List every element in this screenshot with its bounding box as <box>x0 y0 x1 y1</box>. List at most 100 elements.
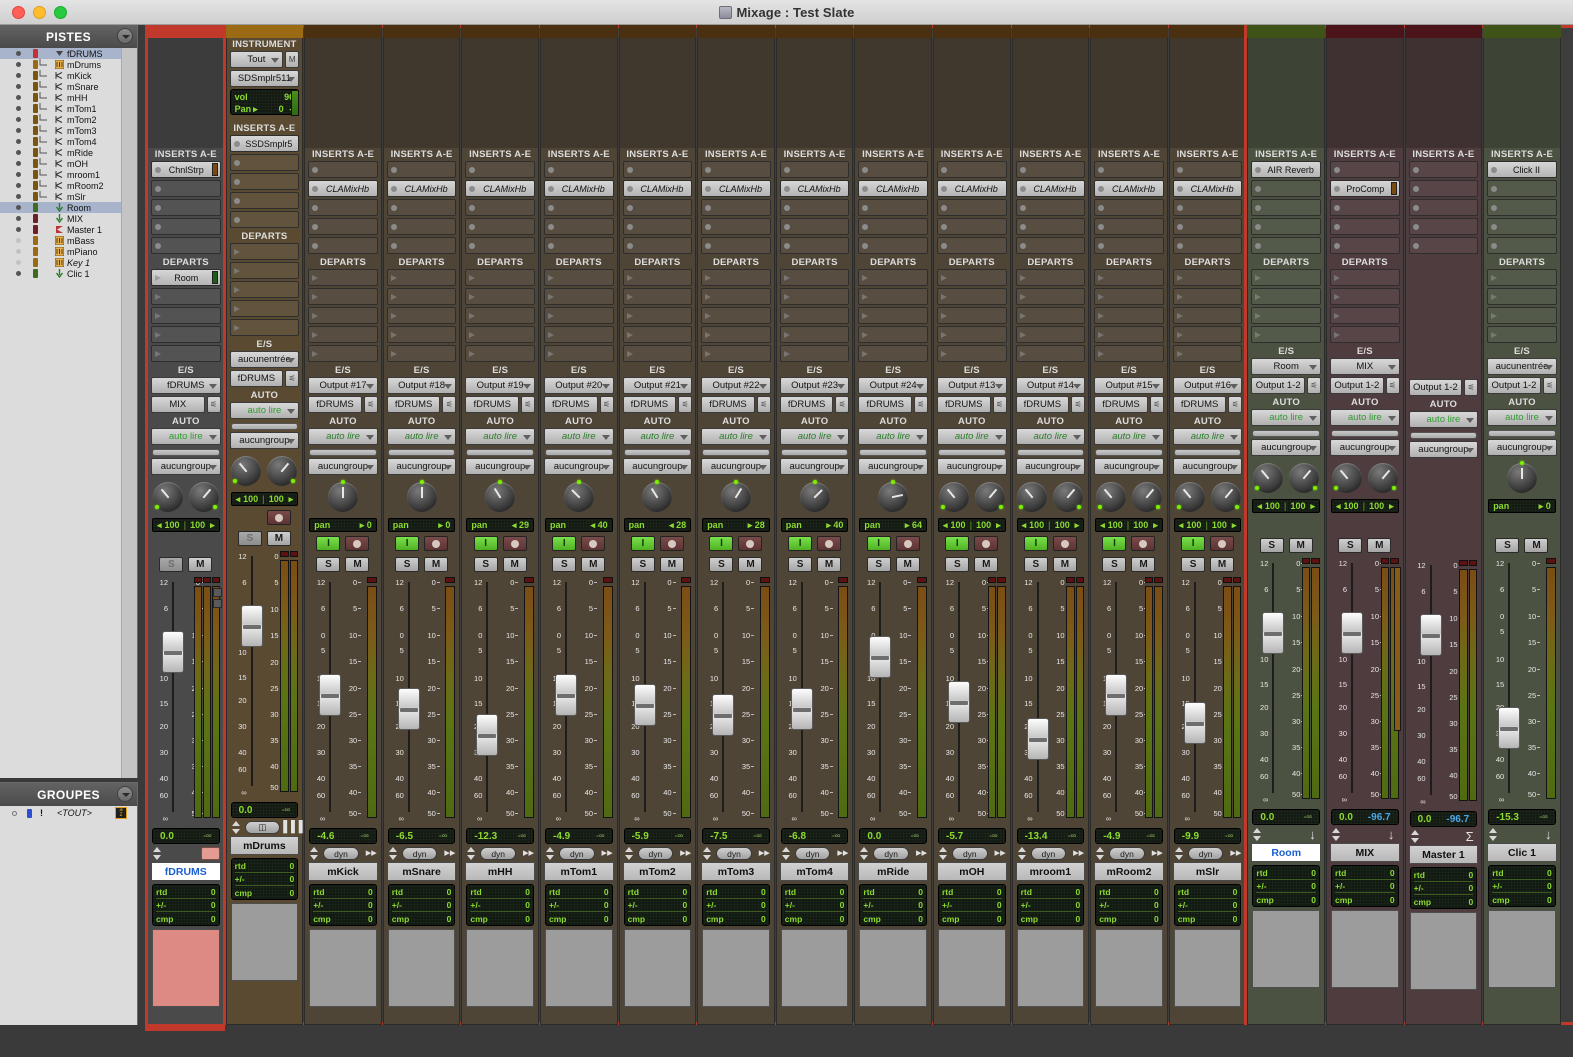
volume-display[interactable]: -5.9 -∞ <box>623 828 692 844</box>
pan-display[interactable]: ◂ 100 | 100 ▸ <box>1331 499 1399 513</box>
solo-mute-buttons[interactable]: SM <box>1170 557 1246 572</box>
insert-slot-empty[interactable] <box>229 154 300 171</box>
fast-forward-icon[interactable]: ▸▸ <box>1148 848 1163 859</box>
pan-display[interactable]: ◂ 100 | 100 ▸ <box>1095 518 1163 532</box>
fader-area[interactable]: 12605101520304060∞05101520253035405060 <box>1406 559 1482 818</box>
track-height-stepper[interactable] <box>702 847 713 860</box>
record-arm-button[interactable] <box>817 536 842 551</box>
down-arrow-icon[interactable]: ↓ <box>1384 828 1399 841</box>
record-arm-button[interactable] <box>1210 536 1235 551</box>
clip-indicator[interactable] <box>523 577 534 583</box>
group-assign-button[interactable]: aucungroup <box>1251 439 1321 456</box>
insert-slot[interactable]: CLAMixHb <box>858 180 928 197</box>
sends-list[interactable] <box>384 269 460 362</box>
fader-area[interactable]: 12605101520304060∞05101520253035405060 <box>1170 576 1246 835</box>
comments-pad[interactable] <box>780 929 849 1007</box>
solo-mute-buttons[interactable]: SM <box>305 557 381 572</box>
fader-track[interactable] <box>172 582 174 812</box>
channel-strip[interactable]: INSERTS A-E CLAMixHb DEPARTS E/S Output #23 f… <box>775 25 854 1025</box>
send-slot-empty[interactable] <box>1015 345 1086 362</box>
record-input-buttons[interactable]: I <box>934 536 1010 551</box>
clip-indicator[interactable] <box>1075 577 1085 583</box>
strip-footer-row[interactable]: ↓ <box>1252 827 1320 842</box>
insert-slot-empty[interactable] <box>544 237 614 254</box>
fader-track[interactable] <box>1193 582 1196 812</box>
output-path-button[interactable]: fDRUMS <box>544 396 598 413</box>
clip-indicator[interactable] <box>280 551 289 557</box>
group-indicator-bar[interactable] <box>387 449 456 456</box>
output-meter-toggle[interactable]: ⚟ <box>520 396 535 413</box>
clip-indicators[interactable] <box>602 577 613 583</box>
send-slot-empty[interactable] <box>1094 345 1164 362</box>
solo-mute-buttons[interactable]: SM <box>934 557 1010 572</box>
dynamics-button[interactable]: dyn <box>323 847 359 860</box>
clip-indicators[interactable] <box>1380 558 1399 564</box>
delay-compensation-display[interactable]: rtd 0 +/- 0 cmp 0 <box>1252 865 1320 907</box>
insert-slot-empty[interactable] <box>1251 180 1321 197</box>
insert-bypass-led[interactable] <box>1176 166 1183 173</box>
input-path-button[interactable]: aucunentrée <box>1487 358 1557 375</box>
automation-mode-button[interactable]: auto lire <box>858 428 928 445</box>
volume-display[interactable]: -7.5 -∞ <box>702 828 770 844</box>
output-path-button[interactable]: fDRUMS <box>308 396 362 413</box>
clip-indicator[interactable] <box>987 577 997 583</box>
fader-track[interactable] <box>486 582 489 812</box>
send-slot-empty[interactable] <box>1015 307 1086 324</box>
insert-slot[interactable]: CLAMixHb <box>308 180 378 197</box>
inserts-list[interactable]: CLAMixHb <box>698 161 774 254</box>
send-slot-empty[interactable] <box>465 326 535 343</box>
inserts-list[interactable]: CLAMixHb <box>462 161 538 254</box>
insert-bypass-led[interactable] <box>233 159 240 166</box>
send-slot-empty[interactable] <box>1487 307 1557 324</box>
insert-slot-empty[interactable] <box>701 161 771 178</box>
output-meter-toggle[interactable]: ⚟ <box>1071 396 1086 413</box>
insert-slot-empty[interactable] <box>1094 161 1164 178</box>
pan-knob[interactable] <box>1131 482 1162 512</box>
insert-bypass-led[interactable] <box>1019 166 1026 173</box>
clip-indicator[interactable] <box>916 577 927 583</box>
clip-indicators[interactable] <box>523 577 534 583</box>
mute-button[interactable]: M <box>424 557 449 572</box>
group-assign-button[interactable]: aucungroup <box>937 458 1007 475</box>
send-slot-empty[interactable] <box>544 269 614 286</box>
channel-strip[interactable]: INSERTS A-E CLAMixHb DEPARTS E/S Output #18 f… <box>382 25 461 1025</box>
sends-list[interactable] <box>1327 269 1403 343</box>
send-slot-empty[interactable] <box>937 307 1007 324</box>
channel-strip[interactable]: INSERTS A-E AIR Reverb DEPARTS E/S Room Outpu… <box>1247 25 1325 1025</box>
insert-slot-empty[interactable] <box>308 199 378 216</box>
record-input-buttons[interactable]: I <box>1170 536 1246 551</box>
group-indicator-bar[interactable] <box>623 449 692 456</box>
channel-strip[interactable]: INSERTS A-E CLAMixHb DEPARTS E/S Output #15 f… <box>1090 25 1168 1025</box>
instrument-mute-button[interactable]: M <box>285 51 300 68</box>
inserts-list[interactable]: CLAMixHb <box>620 161 696 254</box>
insert-bypass-led[interactable] <box>1412 223 1419 230</box>
pan-display[interactable]: ◂ 100 | 100 ▸ <box>938 518 1006 532</box>
track-name-button[interactable]: mOH <box>937 862 1007 881</box>
group-list-item[interactable]: ! <TOUT> a z <box>0 806 137 820</box>
track-name-button[interactable]: mDrums <box>229 836 300 855</box>
track-list-item[interactable]: mKick <box>0 70 122 81</box>
pan-display[interactable]: pan ▸ 28 <box>702 518 770 532</box>
output-path-button[interactable]: Output 1-2 <box>1330 377 1384 394</box>
group-indicator-bar[interactable] <box>1095 449 1163 456</box>
send-slot-empty[interactable] <box>544 326 614 343</box>
insert-bypass-led[interactable] <box>1491 223 1498 230</box>
track-height-stepper[interactable] <box>388 847 399 860</box>
send-slot-empty[interactable] <box>622 345 693 362</box>
mute-button[interactable]: M <box>895 557 920 572</box>
insert-bypass-led[interactable] <box>626 204 633 211</box>
fader-track[interactable] <box>879 582 882 812</box>
track-enable-dot[interactable] <box>16 117 21 122</box>
solo-button[interactable]: S <box>630 557 655 572</box>
output-path-button[interactable]: fDRUMS <box>386 396 441 413</box>
record-input-buttons[interactable]: I <box>462 536 538 551</box>
midi-merge-button[interactable]: ◫ <box>244 821 281 834</box>
comments-pad[interactable] <box>702 929 770 1007</box>
clip-indicators[interactable] <box>1066 577 1085 583</box>
dynamics-button[interactable]: dyn <box>1109 847 1145 860</box>
fader-area[interactable]: 12605101520304060∞05101520253035405060 <box>620 576 696 835</box>
track-name-button[interactable]: mSlr <box>1172 862 1243 881</box>
volume-fader[interactable] <box>1419 614 1442 656</box>
insert-slot-empty[interactable] <box>1015 237 1086 254</box>
insert-bypass-led[interactable] <box>390 223 397 230</box>
